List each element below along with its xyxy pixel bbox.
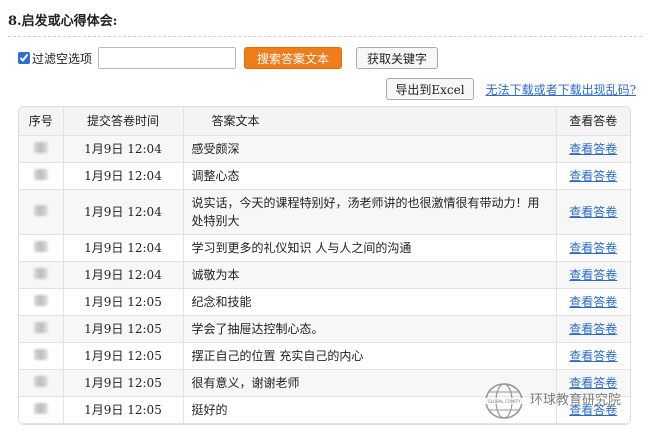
header-view: 查看答卷 [556,107,630,136]
row-time: 1月9日 12:04 [63,189,184,235]
view-answer-link[interactable]: 查看答卷 [569,241,617,255]
row-time: 1月9日 12:04 [63,135,184,163]
view-answer-link[interactable]: 查看答卷 [569,205,617,219]
blurred-index [33,375,48,387]
row-index [19,288,64,316]
row-index [19,189,64,235]
table-row: 1月9日 12:04 学习到更多的礼仪知识 人与人之间的沟通 查看答卷 [19,234,630,262]
blurred-index [33,141,48,153]
row-view-cell: 查看答卷 [556,261,630,289]
download-help-link[interactable]: 无法下载或者下载出现乱码? [486,81,636,98]
get-keyword-button[interactable]: 获取关键字 [356,47,439,69]
globe-logo-icon: GLOBAL COMITY [484,383,524,419]
row-view-cell: 查看答卷 [556,288,630,316]
row-time: 1月9日 12:05 [63,396,184,424]
row-index [19,162,64,190]
search-answer-button[interactable]: 搜索答案文本 [244,47,343,69]
row-time: 1月9日 12:04 [63,261,184,289]
table-row: 1月9日 12:04 调整心态 查看答卷 [19,162,630,190]
table-row: 1月9日 12:05 摆正自己的位置 充实自己的内心 查看答卷 [19,342,630,370]
globe-text: GLOBAL COMITY [488,399,521,404]
blurred-index [33,168,48,180]
row-index [19,396,64,424]
header-text: 答案文本 [183,107,557,136]
search-input[interactable] [98,47,237,69]
blurred-index [33,204,48,216]
row-index [19,315,64,343]
row-text: 摆正自己的位置 充实自己的内心 [183,342,557,370]
row-view-cell: 查看答卷 [556,342,630,370]
row-time: 1月9日 12:05 [63,288,184,316]
row-view-cell: 查看答卷 [556,315,630,343]
row-text: 学习到更多的礼仪知识 人与人之间的沟通 [183,234,557,262]
row-text: 诚敬为本 [183,261,557,289]
row-time: 1月9日 12:05 [63,315,184,343]
row-view-cell: 查看答卷 [556,189,630,235]
view-answer-link[interactable]: 查看答卷 [569,169,617,183]
answer-table: 序号 提交答卷时间 答案文本 查看答卷 1月9日 12:04 感受颇深 查看答卷… [18,106,631,425]
table-header-row: 序号 提交答卷时间 答案文本 查看答卷 [19,107,630,136]
row-index [19,369,64,397]
header-time: 提交答卷时间 [63,107,184,136]
row-view-cell: 查看答卷 [556,234,630,262]
row-text: 调整心态 [183,162,557,190]
blurred-index [33,402,48,414]
divider [8,36,642,37]
view-answer-link[interactable]: 查看答卷 [569,349,617,363]
header-index: 序号 [19,107,64,136]
row-text: 纪念和技能 [183,288,557,316]
row-time: 1月9日 12:04 [63,162,184,190]
blurred-index [33,240,48,252]
row-time: 1月9日 12:05 [63,369,184,397]
row-text: 说实话，今天的课程特别好，汤老师讲的也很激情很有带动力！用处特别大 [183,189,557,235]
export-toolbar: 导出到Excel 无法下载或者下载出现乱码? [386,78,636,100]
table-row: 1月9日 12:05 学会了抽屉达控制心态。 查看答卷 [19,315,630,343]
view-answer-link[interactable]: 查看答卷 [569,295,617,309]
blurred-index [33,321,48,333]
export-excel-button[interactable]: 导出到Excel [386,78,474,100]
blurred-index [33,348,48,360]
watermark-text: 环球教育研究院 [530,393,622,408]
view-answer-link[interactable]: 查看答卷 [569,268,617,282]
view-answer-link[interactable]: 查看答卷 [569,322,617,336]
row-index [19,135,64,163]
row-index [19,342,64,370]
row-text: 感受颇深 [183,135,557,163]
row-text: 学会了抽屉达控制心态。 [183,315,557,343]
table-row: 1月9日 12:04 感受颇深 查看答卷 [19,135,630,163]
row-time: 1月9日 12:04 [63,234,184,262]
blurred-index [33,267,48,279]
filter-empty-checkbox[interactable] [18,52,30,64]
watermark: GLOBAL COMITY 环球教育研究院 [482,378,642,424]
row-index [19,261,64,289]
row-view-cell: 查看答卷 [556,162,630,190]
blurred-index [33,294,48,306]
row-time: 1月9日 12:05 [63,342,184,370]
row-index [19,234,64,262]
table-row: 1月9日 12:04 说实话，今天的课程特别好，汤老师讲的也很激情很有带动力！用… [19,189,630,235]
view-answer-link[interactable]: 查看答卷 [569,142,617,156]
filter-empty-label: 过滤空选项 [32,51,93,66]
filter-toolbar: 过滤空选项 搜索答案文本 获取关键字 [18,46,439,70]
row-view-cell: 查看答卷 [556,135,630,163]
table-row: 1月9日 12:04 诚敬为本 查看答卷 [19,261,630,289]
table-row: 1月9日 12:05 纪念和技能 查看答卷 [19,288,630,316]
question-title: 8.启发或心得体会: [8,14,118,29]
